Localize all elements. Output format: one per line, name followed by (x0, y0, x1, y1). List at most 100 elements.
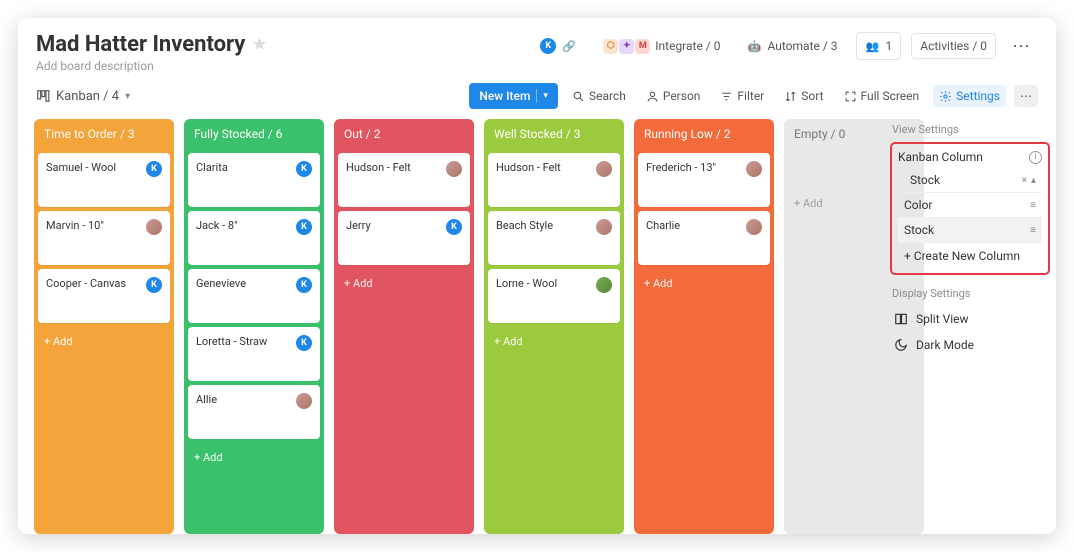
card-title: Allie (196, 393, 217, 406)
kanban-card[interactable]: ClaritaK (188, 153, 320, 207)
chevron-down-icon: ▾ (125, 91, 130, 102)
view-switcher[interactable]: Kanban / 4 ▾ (36, 89, 130, 104)
toolbar-more-button[interactable]: ⋯ (1014, 85, 1038, 107)
filter-label: Filter (737, 89, 764, 103)
kanban-column-runningLow: Running Low / 2 Frederich - 13" Charlie + A… (634, 119, 774, 534)
filter-button[interactable]: Filter (714, 85, 770, 107)
dark-mode-label: Dark Mode (916, 338, 974, 352)
person-filter-button[interactable]: Person (640, 85, 707, 107)
kanban-card[interactable]: Allie (188, 385, 320, 439)
drag-handle-icon[interactable]: ≡ (1030, 225, 1036, 236)
column-header[interactable]: Running Low / 2 (634, 119, 774, 149)
kanban-column-timeToOrder: Time to Order / 3 Samuel - WoolKMarvin - … (34, 119, 174, 534)
add-card-button[interactable]: + Add (34, 327, 174, 356)
column-option-label: Stock (904, 223, 934, 237)
kanban-card[interactable]: Samuel - WoolK (38, 153, 170, 207)
sort-label: Sort (801, 89, 823, 103)
add-card-button[interactable]: + Add (184, 443, 324, 472)
favorite-star-icon[interactable]: ★ (251, 34, 267, 55)
clear-icon[interactable]: × (1022, 175, 1027, 186)
kanban-card[interactable]: Frederich - 13" (638, 153, 770, 207)
integrate-button[interactable]: ⬡✦M Integrate / 0 (595, 34, 728, 59)
chevron-down-icon[interactable]: ▾ (543, 91, 548, 101)
create-new-column-button[interactable]: + Create New Column (898, 242, 1042, 269)
add-card-button[interactable]: + Add (484, 327, 624, 356)
automate-button[interactable]: 🤖 Automate / 3 (738, 33, 845, 59)
column-option[interactable]: Color ≡ (898, 192, 1042, 217)
kanban-card[interactable]: Hudson - Felt (488, 153, 620, 207)
robot-icon: 🤖 (746, 38, 762, 54)
sort-button[interactable]: Sort (778, 85, 829, 107)
avatar: K (296, 161, 312, 177)
avatar: K (296, 277, 312, 293)
add-card-button[interactable]: + Add (634, 269, 774, 298)
kanban-card[interactable]: Jack - 8"K (188, 211, 320, 265)
automate-label: Automate / 3 (767, 39, 837, 53)
fullscreen-label: Full Screen (861, 89, 920, 103)
more-menu-icon[interactable]: ⋯ (1006, 36, 1038, 57)
search-button[interactable]: Search (566, 85, 632, 107)
kanban-card[interactable]: GenevieveK (188, 269, 320, 323)
kanban-column-out: Out / 2 Hudson - Felt Jerry K + Add (334, 119, 474, 534)
kanban-card[interactable]: Loretta - Straw K (188, 327, 320, 381)
card-title: Lorne - Wool (496, 277, 557, 290)
fullscreen-button[interactable]: Full Screen (838, 85, 926, 107)
avatar: K (296, 335, 312, 351)
kanban-card[interactable]: Lorne - Wool (488, 269, 620, 323)
person-icon (646, 90, 659, 103)
settings-label: Settings (956, 89, 1000, 103)
card-title: Beach Style (496, 219, 553, 232)
column-header[interactable]: Well Stocked / 3 (484, 119, 624, 149)
card-title: Samuel - Wool (46, 161, 116, 174)
people-icon: 👥 (865, 38, 881, 54)
kanban-column-wellStocked: Well Stocked / 3 Hudson - Felt Beach Style… (484, 119, 624, 534)
kanban-card[interactable]: Hudson - Felt (338, 153, 470, 207)
board-header: Mad Hatter Inventory ★ Add board descrip… (18, 18, 1056, 79)
column-header[interactable]: Out / 2 (334, 119, 474, 149)
chevron-up-icon: ▴ (1031, 175, 1036, 186)
display-settings-heading: Display Settings (892, 287, 1050, 300)
kanban-card[interactable]: Beach Style (488, 211, 620, 265)
filter-icon (720, 90, 733, 103)
avatar: K (446, 219, 462, 235)
selected-column-label: Stock (910, 173, 940, 187)
kanban-card[interactable]: Marvin - 10" (38, 211, 170, 265)
card-title: Frederich - 13" (646, 161, 716, 174)
person-label: Person (663, 89, 701, 103)
more-icon: ⋯ (1020, 89, 1032, 103)
split-view-toggle[interactable]: Split View (890, 306, 1050, 332)
board-description-placeholder[interactable]: Add board description (36, 59, 268, 73)
kanban-card[interactable]: Jerry K (338, 211, 470, 265)
gear-icon (939, 90, 952, 103)
column-header[interactable]: Fully Stocked / 6 (184, 119, 324, 149)
kanban-card[interactable]: Charlie (638, 211, 770, 265)
search-icon (572, 90, 585, 103)
moon-icon (894, 338, 908, 352)
new-item-button[interactable]: New Item ▾ (469, 83, 558, 109)
card-title: Loretta - Straw (196, 335, 267, 348)
info-icon[interactable]: i (1029, 151, 1042, 164)
dark-mode-toggle[interactable]: Dark Mode (890, 332, 1050, 358)
avatar (596, 219, 612, 235)
activities-button[interactable]: Activities / 0 (911, 33, 996, 59)
add-card-button[interactable]: + Add (334, 269, 474, 298)
avatar (596, 161, 612, 177)
integrate-label: Integrate / 0 (655, 39, 720, 53)
kanban-column-select[interactable]: Stock × ▴ (898, 168, 1042, 192)
column-header[interactable]: Time to Order / 3 (34, 119, 174, 149)
link-icon: 🔗 (561, 38, 577, 54)
column-option-label: Color (904, 198, 932, 212)
kanban-column-label: Kanban Column (898, 150, 983, 164)
kanban-canvas: Time to Order / 3Samuel - WoolKMarvin - … (18, 119, 1056, 534)
card-title: Jerry (346, 219, 371, 232)
avatar (746, 219, 762, 235)
drag-handle-icon[interactable]: ≡ (1030, 200, 1036, 211)
settings-button[interactable]: Settings (933, 85, 1006, 107)
members-button[interactable]: 👥 1 (856, 32, 902, 60)
card-title: Charlie (646, 219, 680, 232)
search-label: Search (589, 89, 626, 103)
column-option[interactable]: Stock ≡ (898, 217, 1042, 242)
kanban-card[interactable]: Cooper - CanvasK (38, 269, 170, 323)
app-badge-cluster[interactable]: K 🔗 (532, 33, 585, 59)
avatar (746, 161, 762, 177)
